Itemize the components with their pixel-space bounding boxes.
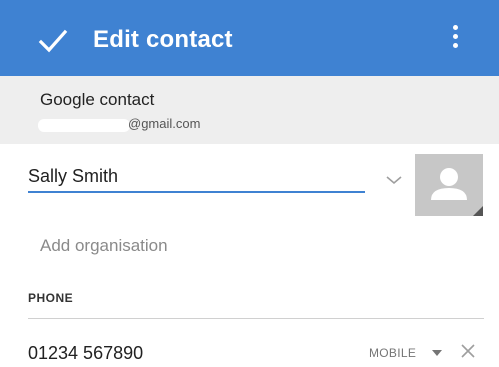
chevron-down-icon[interactable] <box>385 174 403 186</box>
email-redaction <box>38 119 130 132</box>
close-icon[interactable] <box>459 342 477 360</box>
photo-corner-indicator <box>473 206 483 216</box>
account-email: @gmail.com <box>128 116 201 131</box>
account-header: Google contact @gmail.com g <box>0 76 499 202</box>
dropdown-arrow-icon[interactable] <box>432 350 442 356</box>
account-type-label: Google contact <box>40 90 155 109</box>
name-row: Sally Smith <box>0 144 499 224</box>
contact-photo[interactable] <box>415 154 483 216</box>
phone-number-field[interactable]: 01234 567890 <box>28 343 143 364</box>
phone-section-label: PHONE <box>28 291 74 305</box>
name-field[interactable]: Sally Smith <box>28 166 118 187</box>
check-icon[interactable] <box>36 24 70 58</box>
more-vertical-icon[interactable] <box>445 22 465 56</box>
divider <box>28 318 484 319</box>
app-bar: Edit contact <box>0 0 499 76</box>
phone-type-dropdown[interactable]: MOBILE <box>369 346 416 360</box>
page-title: Edit contact <box>93 26 233 53</box>
name-field-underline <box>28 191 365 193</box>
organisation-field[interactable]: Add organisation <box>40 236 168 256</box>
